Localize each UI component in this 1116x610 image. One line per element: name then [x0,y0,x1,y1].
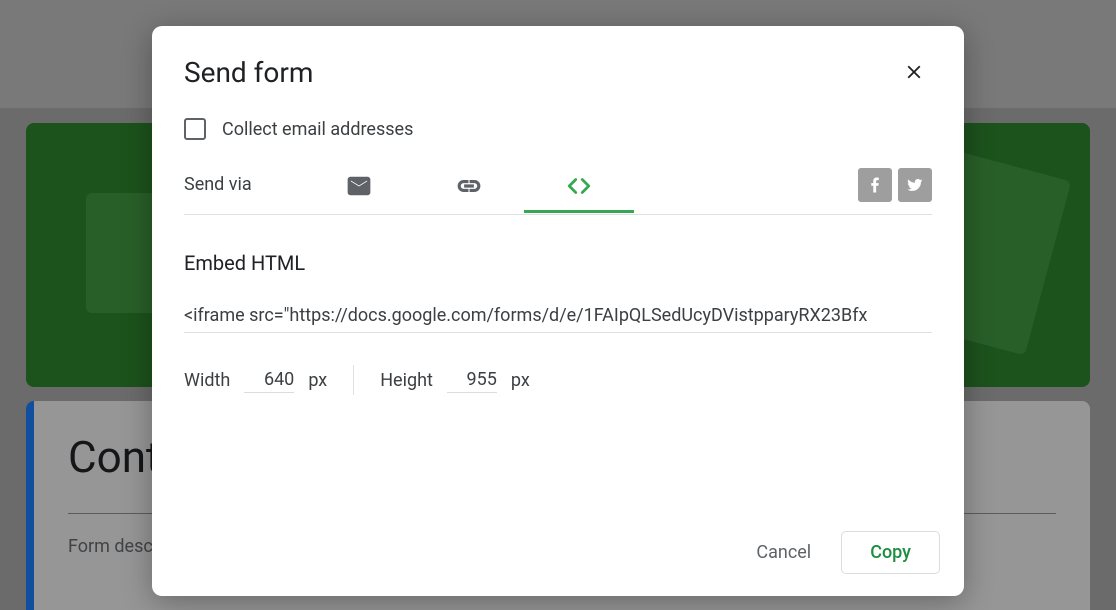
height-label: Height [380,370,433,391]
cancel-button[interactable]: Cancel [738,532,829,573]
close-button[interactable] [896,54,932,90]
copy-button[interactable]: Copy [841,531,940,574]
send-via-label: Send via [184,174,304,209]
twitter-icon [906,176,924,194]
close-icon [903,61,925,83]
share-twitter-button[interactable] [898,168,932,202]
width-input[interactable] [244,367,294,393]
tab-embed[interactable] [524,169,634,213]
embed-icon [566,173,592,199]
dimension-separator [353,365,354,395]
link-icon [456,173,482,199]
height-unit: px [511,370,530,391]
height-input[interactable] [447,367,497,393]
dialog-title: Send form [184,56,313,89]
email-icon [346,173,372,199]
share-facebook-button[interactable] [858,168,892,202]
facebook-icon [866,176,884,194]
collect-email-checkbox[interactable] [184,118,206,140]
send-form-dialog: Send form Collect email addresses Send v… [152,26,964,596]
width-unit: px [308,370,327,391]
collect-email-label: Collect email addresses [222,119,413,140]
embed-html-input[interactable] [184,299,932,333]
tab-email[interactable] [304,169,414,213]
tab-link[interactable] [414,169,524,213]
embed-html-label: Embed HTML [184,251,932,275]
width-label: Width [184,370,230,391]
